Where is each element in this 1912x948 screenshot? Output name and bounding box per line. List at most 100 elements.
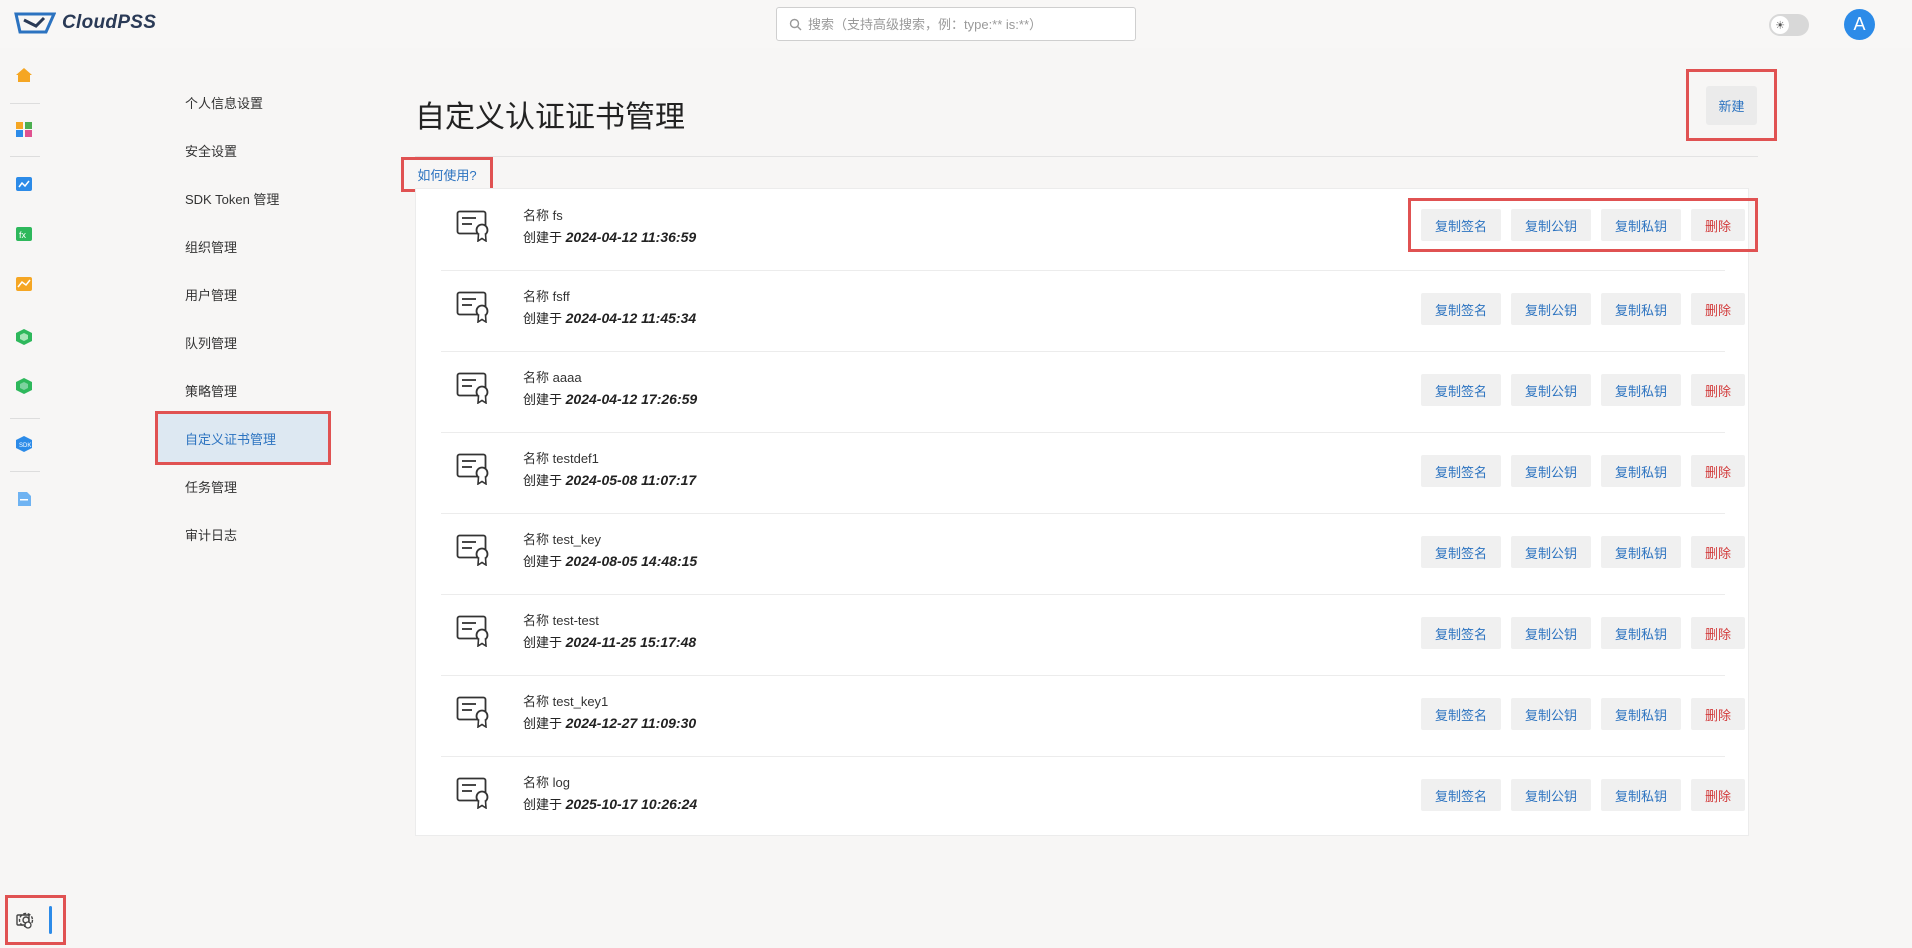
analytics-icon[interactable] [13, 273, 35, 295]
cert-row: 名称 fsff 创建于 2024-04-12 11:45:34 复制签名 复制公… [441, 271, 1745, 352]
copy-signature-button[interactable]: 复制签名 [1420, 617, 1501, 649]
copy-public-key-button[interactable]: 复制公钥 [1510, 209, 1591, 241]
cert-created: 创建于 2024-04-12 11:36:59 [523, 229, 697, 245]
delete-button[interactable]: 删除 [1690, 374, 1745, 406]
search-input[interactable] [808, 16, 1135, 32]
copy-private-key-button[interactable]: 复制私钥 [1600, 617, 1681, 649]
certificate-icon [456, 291, 490, 328]
new-button[interactable]: 新建 [1686, 69, 1777, 141]
icon-rail: fx SDK [0, 48, 66, 948]
subnav-item-sdk-token[interactable]: SDK Token 管理 [158, 174, 328, 222]
copy-private-key-button[interactable]: 复制私钥 [1600, 455, 1681, 487]
subnav-item-queues[interactable]: 队列管理 [158, 318, 328, 366]
subnav-item-tasks[interactable]: 任务管理 [158, 462, 328, 510]
cert-row: 名称 testdef1 创建于 2024-05-08 11:07:17 复制签名… [441, 433, 1745, 514]
how-to-use-link[interactable]: 如何使用? [401, 157, 493, 192]
cert-name: 名称 fsff [523, 289, 570, 304]
copy-private-key-button[interactable]: 复制私钥 [1600, 209, 1681, 241]
cert-actions: 复制签名 复制公钥 复制私钥 删除 [1420, 536, 1745, 568]
avatar[interactable]: A [1844, 9, 1875, 40]
copy-private-key-button[interactable]: 复制私钥 [1600, 779, 1681, 811]
copy-signature-button[interactable]: 复制签名 [1420, 536, 1501, 568]
divider [415, 156, 1758, 157]
subnav-item-audit-log[interactable]: 审计日志 [158, 510, 328, 558]
cert-name: 名称 test_key [523, 532, 602, 547]
cert-row: 名称 fs 创建于 2024-04-12 11:36:59 复制签名 复制公钥 … [441, 190, 1759, 271]
new-button-label: 新建 [1706, 85, 1757, 125]
copy-public-key-button[interactable]: 复制公钥 [1510, 698, 1591, 730]
delete-button[interactable]: 删除 [1690, 779, 1745, 811]
certificate-icon [456, 372, 490, 409]
certificate-icon [456, 210, 490, 247]
cert-actions: 复制签名 复制公钥 复制私钥 删除 [1420, 374, 1745, 406]
certificate-icon [456, 534, 490, 571]
copy-private-key-button[interactable]: 复制私钥 [1600, 698, 1681, 730]
cert-row: 名称 test-test 创建于 2024-11-25 15:17:48 复制签… [441, 595, 1745, 676]
subnav-item-policies[interactable]: 策略管理 [158, 366, 328, 414]
copy-public-key-button[interactable]: 复制公钥 [1510, 374, 1591, 406]
cert-row: 名称 test_key 创建于 2024-08-05 14:48:15 复制签名… [441, 514, 1745, 595]
svg-text:SDK: SDK [19, 443, 31, 449]
admin-settings-icon[interactable] [13, 910, 35, 932]
cert-created: 创建于 2024-05-08 11:07:17 [523, 472, 697, 488]
cert-created: 创建于 2025-10-17 10:26:24 [523, 796, 698, 812]
cert-name: 名称 log [523, 775, 570, 790]
cert-actions: 复制签名 复制公钥 复制私钥 删除 [1420, 779, 1745, 811]
cert-name: 名称 test-test [523, 613, 599, 628]
certificate-icon [456, 777, 490, 814]
certificate-icon [456, 696, 490, 733]
page-title: 自定义认证证书管理 [415, 101, 685, 134]
sdk-icon[interactable]: SDK [13, 433, 35, 455]
top-bar: CloudPSS ☀ A [0, 0, 1912, 48]
delete-button[interactable]: 删除 [1690, 698, 1745, 730]
delete-button[interactable]: 删除 [1690, 293, 1745, 325]
subnav-item-users[interactable]: 用户管理 [158, 270, 328, 318]
copy-signature-button[interactable]: 复制签名 [1420, 455, 1501, 487]
copy-private-key-button[interactable]: 复制私钥 [1600, 536, 1681, 568]
cert-row: 名称 log 创建于 2025-10-17 10:26:24 复制签名 复制公钥… [441, 757, 1745, 838]
settings-subnav: 个人信息设置 安全设置 SDK Token 管理 组织管理 用户管理 队列管理 … [155, 78, 331, 558]
delete-button[interactable]: 删除 [1690, 209, 1745, 241]
home-icon[interactable] [13, 64, 35, 86]
model-icon[interactable] [13, 326, 35, 348]
logo-text: CloudPSS [62, 12, 157, 33]
workbench-icon[interactable] [13, 173, 35, 195]
copy-private-key-button[interactable]: 复制私钥 [1600, 293, 1681, 325]
copy-signature-button[interactable]: 复制签名 [1420, 209, 1501, 241]
copy-private-key-button[interactable]: 复制私钥 [1600, 374, 1681, 406]
theme-toggle[interactable]: ☀ [1769, 14, 1809, 36]
delete-button[interactable]: 删除 [1690, 617, 1745, 649]
copy-signature-button[interactable]: 复制签名 [1420, 293, 1501, 325]
docs-icon[interactable] [13, 488, 35, 510]
copy-public-key-button[interactable]: 复制公钥 [1510, 779, 1591, 811]
search-box[interactable] [776, 7, 1136, 41]
active-indicator [49, 906, 52, 934]
cert-name: 名称 fs [523, 208, 563, 223]
delete-button[interactable]: 删除 [1690, 536, 1745, 568]
function-icon[interactable]: fx [13, 223, 35, 245]
copy-public-key-button[interactable]: 复制公钥 [1510, 455, 1591, 487]
copy-public-key-button[interactable]: 复制公钥 [1510, 617, 1591, 649]
cert-actions: 复制签名 复制公钥 复制私钥 删除 [1420, 617, 1745, 649]
copy-signature-button[interactable]: 复制签名 [1420, 698, 1501, 730]
cert-actions: 复制签名 复制公钥 复制私钥 删除 [1407, 198, 1759, 252]
logo[interactable]: CloudPSS [14, 10, 156, 36]
copy-public-key-button[interactable]: 复制公钥 [1510, 293, 1591, 325]
cert-created: 创建于 2024-04-12 17:26:59 [523, 391, 698, 407]
certificate-icon [456, 615, 490, 652]
copy-public-key-button[interactable]: 复制公钥 [1510, 536, 1591, 568]
cert-name: 名称 testdef1 [523, 451, 599, 466]
copy-signature-button[interactable]: 复制签名 [1420, 374, 1501, 406]
cert-row: 名称 aaaa 创建于 2024-04-12 17:26:59 复制签名 复制公… [441, 352, 1745, 433]
subnav-item-profile[interactable]: 个人信息设置 [158, 78, 328, 126]
subnav-item-organization[interactable]: 组织管理 [158, 222, 328, 270]
resource-icon[interactable] [13, 375, 35, 397]
search-icon [789, 18, 802, 30]
cert-created: 创建于 2024-11-25 15:17:48 [523, 634, 697, 650]
copy-signature-button[interactable]: 复制签名 [1420, 779, 1501, 811]
subnav-item-custom-certs[interactable]: 自定义证书管理 [155, 411, 331, 465]
delete-button[interactable]: 删除 [1690, 455, 1745, 487]
apps-icon[interactable] [13, 118, 35, 140]
certificate-icon [456, 453, 490, 490]
subnav-item-security[interactable]: 安全设置 [158, 126, 328, 174]
